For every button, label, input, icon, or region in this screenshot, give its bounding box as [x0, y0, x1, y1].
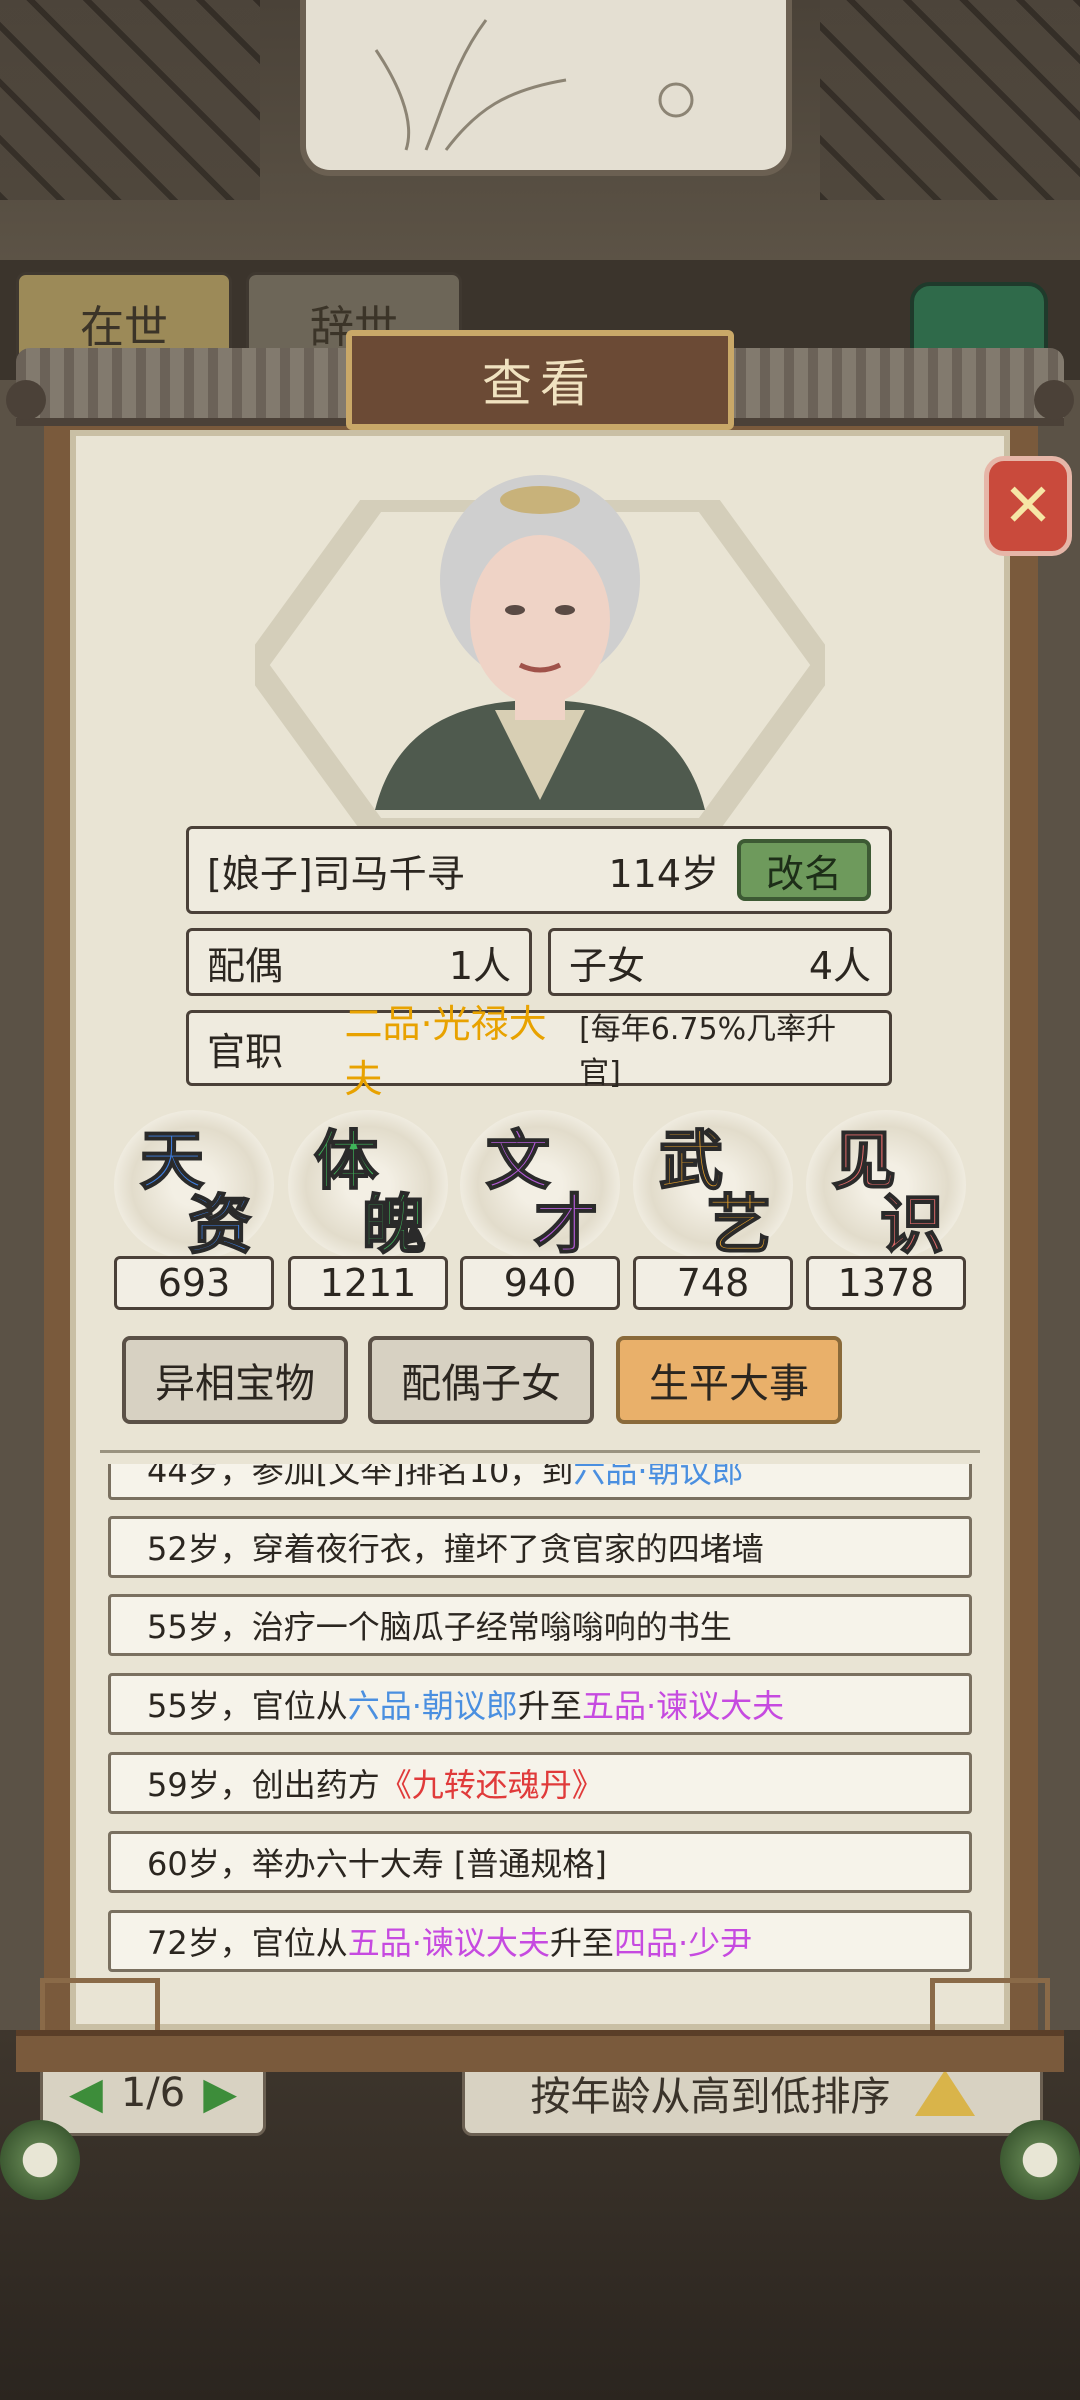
- stat-glyph: 魄: [361, 1187, 427, 1264]
- close-x-icon: ✕: [1002, 471, 1054, 541]
- stat-value: 1211: [288, 1256, 448, 1310]
- sort-triangle-icon: [914, 2070, 975, 2116]
- office-rank: 二品·光禄大夫: [344, 1002, 547, 1101]
- flower-icon: [0, 2120, 80, 2200]
- stat-value: 748: [633, 1256, 793, 1310]
- event-row: 72岁，官位从 五品·谏议大夫 升至 四品·少尹: [108, 1910, 972, 1972]
- dialog-title-plate: 查看: [346, 330, 734, 430]
- flower-icon: [1000, 2120, 1080, 2200]
- children-count: 4人: [808, 943, 871, 988]
- event-highlight: 五品·谏议大夫: [581, 1687, 785, 1725]
- children-label: 子女: [569, 943, 646, 988]
- prev-page-icon[interactable]: ◀: [69, 2068, 103, 2119]
- character-name: [娘子]司马千寻: [207, 851, 465, 896]
- event-highlight: 五品·谏议大夫: [347, 1924, 550, 1962]
- spouse-row: 配偶 1人: [186, 928, 532, 996]
- spouse-count: 1人: [448, 943, 511, 988]
- stat-value: 693: [114, 1256, 274, 1310]
- event-highlight: 六品·朝议郎: [347, 1687, 518, 1725]
- office-row: 官职 二品·光禄大夫 [每年6.75%几率升官]: [186, 1002, 892, 1101]
- dialog-title: 查看: [482, 355, 598, 413]
- lattice-window-right: [820, 0, 1080, 200]
- life-events-list[interactable]: 44岁，参加[文举]排名10，到 六品·朝议郎 52岁，穿着夜行衣，撞坏了贪官家的四…: [108, 1464, 972, 1984]
- tab-life-events[interactable]: 生平大事: [616, 1336, 842, 1424]
- page-indicator: 1/6: [120, 2070, 186, 2116]
- next-page-icon[interactable]: ▶: [203, 2068, 237, 2119]
- event-text: 52岁，穿着夜行衣，撞坏了贪官家的四堵墙: [147, 1530, 764, 1568]
- tab-family[interactable]: 配偶子女: [368, 1336, 594, 1424]
- character-portrait: [375, 475, 705, 810]
- stat-value: 1378: [806, 1256, 966, 1310]
- event-text: 72岁，官位从: [147, 1924, 348, 1962]
- stat-glyph: 艺: [706, 1187, 772, 1264]
- promotion-rate: [每年6.75%几率升官]: [579, 1012, 837, 1091]
- stat-glyph: 识: [879, 1187, 945, 1264]
- event-text: 55岁，治疗一个脑瓜子经常嗡嗡响的书生: [147, 1608, 732, 1646]
- scroll-bottom-rod: [16, 2030, 1064, 2072]
- spouse-label: 配偶: [207, 943, 284, 988]
- stat-glyph: 才: [533, 1187, 599, 1264]
- character-age: 114岁: [608, 851, 719, 896]
- section-divider: [100, 1436, 980, 1453]
- office-label: 官职: [207, 1029, 284, 1074]
- roof-end-ornament: [1034, 380, 1074, 420]
- event-highlight: 六品·朝议郎: [573, 1464, 744, 1490]
- event-highlight: 《九转还魂丹》: [379, 1766, 604, 1804]
- event-text: 升至: [549, 1924, 614, 1962]
- event-highlight: 四品·少尹: [613, 1924, 753, 1962]
- event-text: 升至: [517, 1687, 582, 1725]
- event-text: 59岁，创出药方: [147, 1766, 380, 1804]
- orchid-painting: [300, 0, 792, 176]
- stat-glyph: 资: [187, 1187, 253, 1264]
- name-row: [娘子]司马千寻 114岁 改名: [186, 826, 892, 914]
- event-row: 55岁，官位从 六品·朝议郎 升至 五品·谏议大夫: [108, 1673, 972, 1735]
- event-text: 60岁，举办六十大寿 [普通规格]: [147, 1845, 607, 1883]
- event-row: 55岁，治疗一个脑瓜子经常嗡嗡响的书生: [108, 1594, 972, 1656]
- children-row: 子女 4人: [548, 928, 892, 996]
- event-row: 44岁，参加[文举]排名10，到 六品·朝议郎: [108, 1464, 972, 1500]
- rename-button[interactable]: 改名: [737, 839, 871, 901]
- event-row: 60岁，举办六十大寿 [普通规格]: [108, 1831, 972, 1893]
- event-row: 52岁，穿着夜行衣，撞坏了贪官家的四堵墙: [108, 1516, 972, 1578]
- event-text: 55岁，官位从: [147, 1687, 348, 1725]
- tab-treasures[interactable]: 异相宝物: [122, 1336, 348, 1424]
- stat-value: 940: [460, 1256, 620, 1310]
- event-row: 59岁，创出药方 《九转还魂丹》: [108, 1752, 972, 1814]
- sort-label: 按年龄从高到低排序: [530, 2074, 891, 2120]
- lattice-window-left: [0, 0, 260, 200]
- roof-end-ornament: [6, 380, 46, 420]
- event-text: 44岁，参加[文举]排名10，到: [147, 1464, 574, 1490]
- close-button[interactable]: ✕: [984, 456, 1072, 556]
